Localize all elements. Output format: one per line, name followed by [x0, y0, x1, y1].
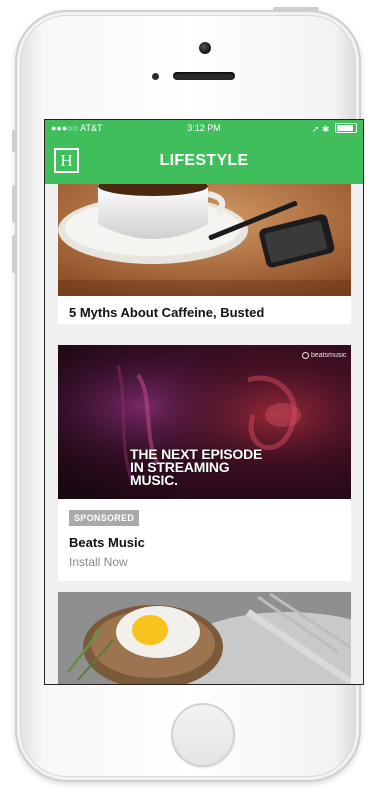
ad-image-headline: THE NEXT EPISODE IN STREAMING MUSIC. — [130, 446, 263, 488]
section-title: LIFESTYLE — [159, 152, 249, 169]
beats-brand-text: beatsmusic — [311, 352, 347, 359]
status-indicators: ➚ ✱ — [312, 123, 357, 135]
sponsored-card[interactable]: beatsmusic THE NEXT EPISODE IN STREAMING… — [58, 345, 351, 581]
proximity-sensor — [152, 73, 159, 80]
install-now-link[interactable]: Install Now — [69, 555, 128, 569]
status-bar: ●●●○○ AT&T 3:12 PM ➚ ✱ — [45, 120, 363, 138]
earpiece-speaker — [173, 72, 235, 80]
nav-bar: H LIFESTYLE — [45, 138, 363, 184]
power-button — [273, 7, 319, 12]
beats-music-logo: beatsmusic — [302, 352, 346, 359]
music-ad-photo: beatsmusic THE NEXT EPISODE IN STREAMING… — [58, 345, 351, 499]
sponsored-badge: SPONSORED — [69, 510, 140, 526]
article-card[interactable] — [58, 592, 351, 684]
volume-down-button — [12, 235, 17, 273]
beats-logo-icon — [302, 352, 309, 359]
food-photo — [58, 592, 351, 684]
battery-icon — [335, 123, 357, 133]
location-bluetooth-icons: ➚ ✱ — [311, 124, 330, 134]
home-button[interactable] — [171, 703, 235, 767]
phone-screen: ●●●○○ AT&T 3:12 PM ➚ ✱ H LIFESTYLE 5 Myt… — [45, 120, 363, 684]
article-card[interactable]: 5 Myths About Caffeine, Busted — [58, 184, 351, 324]
ad-title[interactable]: Beats Music — [69, 535, 145, 550]
coffee-cup-photo — [58, 184, 351, 296]
volume-up-button — [12, 185, 17, 223]
article-title[interactable]: 5 Myths About Caffeine, Busted — [69, 305, 264, 320]
mute-switch — [12, 130, 17, 152]
feed-list[interactable]: 5 Myths About Caffeine, Busted beatsmusi… — [45, 184, 363, 684]
front-camera — [199, 42, 211, 54]
